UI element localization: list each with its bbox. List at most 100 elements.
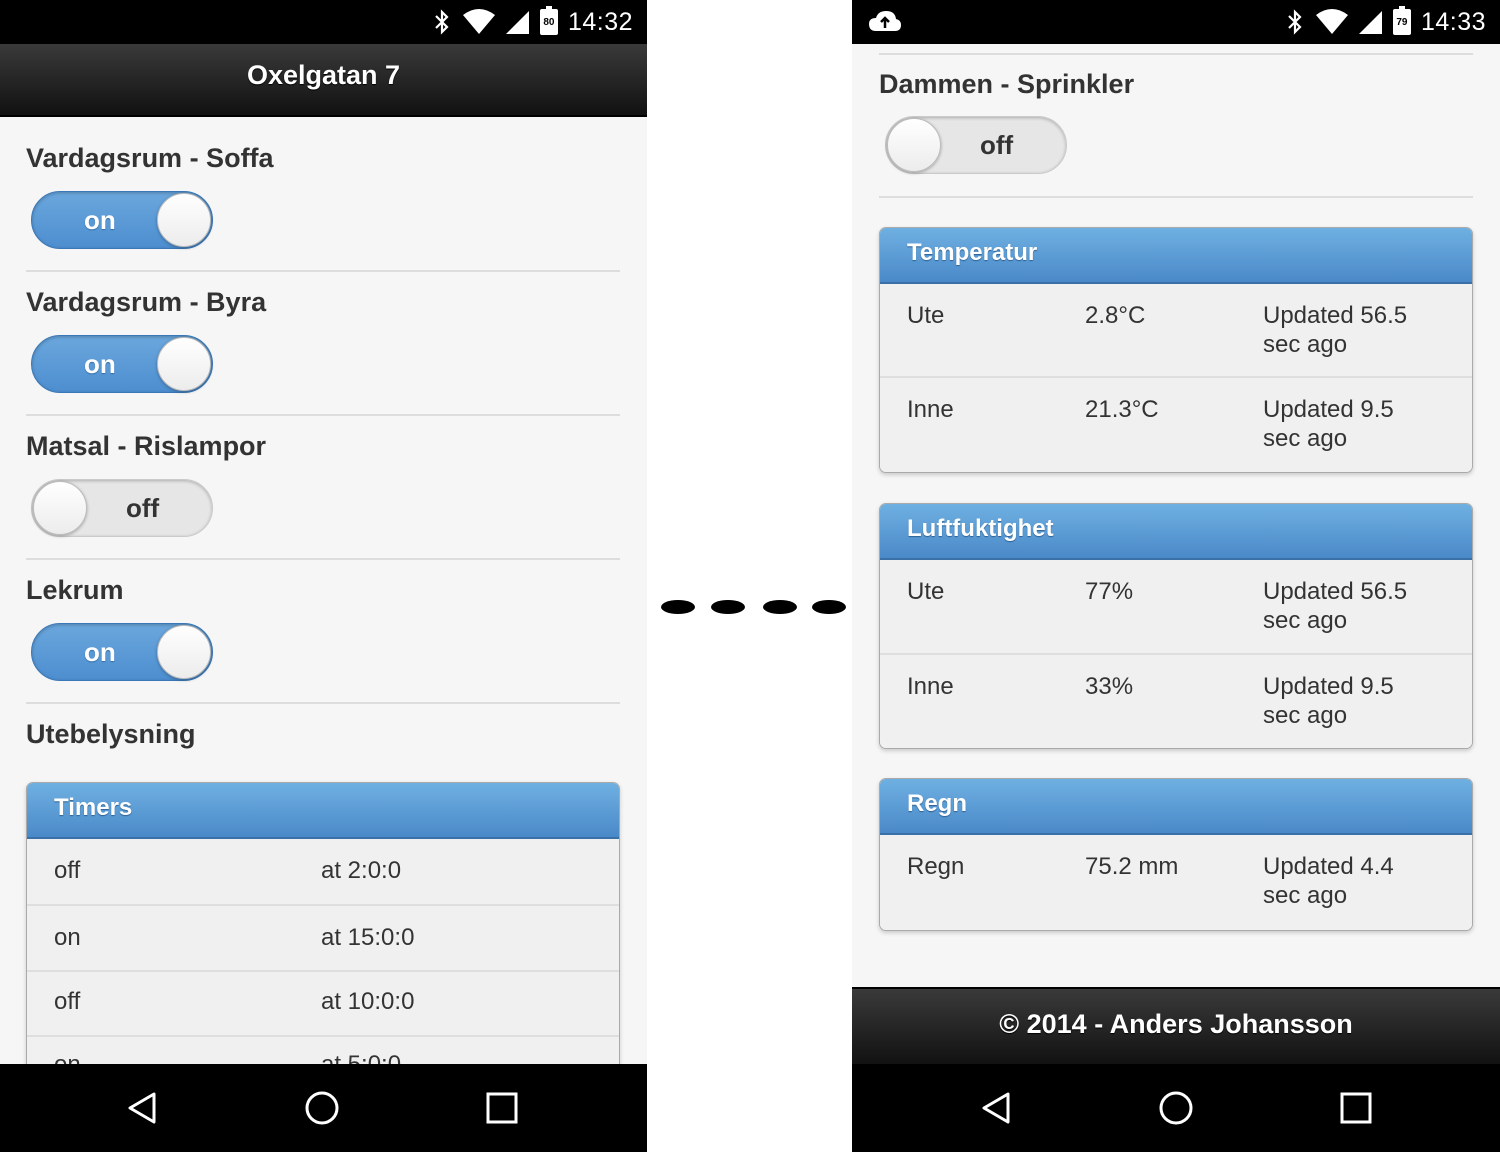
- sensor-updated-ago: sec ago: [1263, 331, 1348, 358]
- toggle-knob[interactable]: [157, 337, 211, 391]
- toggle-state-label: off: [980, 130, 1014, 160]
- sensor-value: 2.8°C: [1085, 302, 1146, 329]
- table-row[interactable]: Regn 75.2 mm Updated 4.4 sec ago: [880, 835, 1472, 930]
- toggle-knob[interactable]: [157, 193, 211, 247]
- sensor-updated-ago: sec ago: [1263, 882, 1348, 909]
- navigation-bar: [852, 1064, 1500, 1152]
- divider: [26, 270, 620, 272]
- table-row[interactable]: Ute 2.8°C Updated 56.5 sec ago: [880, 284, 1472, 378]
- toggle-state-label: on: [84, 637, 116, 667]
- continuation-dot: [812, 600, 846, 614]
- divider: [26, 702, 620, 704]
- continuation-dot: [763, 600, 797, 614]
- timer-time: at 2:0:0: [321, 857, 402, 884]
- sensor-location: Regn: [907, 853, 965, 880]
- sensor-updated: Updated 56.5: [1263, 302, 1408, 329]
- table-row[interactable]: off at 2:0:0: [27, 839, 619, 906]
- toggle-state-label: off: [126, 493, 160, 523]
- right-screen: 79 14:33 Dammen - Sprinkler off Temperat…: [852, 0, 1500, 1152]
- home-icon[interactable]: [304, 1090, 340, 1126]
- signal-icon: [1358, 11, 1382, 34]
- battery-level: 79: [1396, 17, 1408, 28]
- sensor-location: Ute: [907, 302, 945, 329]
- sensor-updated-ago: sec ago: [1263, 607, 1348, 634]
- table-header: Temperatur: [880, 228, 1472, 284]
- toggle-knob[interactable]: [33, 481, 87, 535]
- sensor-location: Inne: [907, 673, 954, 700]
- status-time: 14:32: [567, 7, 633, 36]
- toggle-switch-vardagsrum-byra[interactable]: on: [31, 335, 213, 393]
- divider: [879, 53, 1473, 55]
- sensor-list[interactable]: Dammen - Sprinkler off Temperatur Ute 2.…: [852, 44, 1500, 1064]
- table-header: Regn: [880, 779, 1472, 835]
- page-footer: © 2014 - Anders Johansson: [852, 987, 1500, 1065]
- home-icon[interactable]: [1158, 1090, 1194, 1126]
- timer-time: at 15:0:0: [321, 924, 415, 951]
- sensor-value: 75.2 mm: [1085, 853, 1179, 880]
- device-label: Lekrum: [26, 575, 124, 605]
- sensor-value: 21.3°C: [1085, 396, 1159, 423]
- status-bar: 79 14:33: [852, 0, 1500, 44]
- divider: [26, 414, 620, 416]
- rain-table: Regn Regn 75.2 mm Updated 4.4 sec ago: [879, 778, 1473, 931]
- battery-icon: 80: [539, 6, 558, 35]
- toggle-state-label: on: [84, 205, 116, 235]
- recents-icon[interactable]: [484, 1090, 520, 1126]
- sensor-location: Inne: [907, 396, 954, 423]
- timer-action: off: [54, 988, 81, 1015]
- table-row[interactable]: Inne 21.3°C Updated 9.5 sec ago: [880, 378, 1472, 472]
- signal-icon: [505, 11, 529, 34]
- bluetooth-icon: [435, 9, 449, 35]
- sensor-updated: Updated 9.5: [1263, 673, 1394, 700]
- back-icon[interactable]: [124, 1090, 160, 1126]
- left-screen: 80 14:32 Oxelgatan 7 Vardagsrum - Soffa …: [0, 0, 647, 1152]
- temperature-table: Temperatur Ute 2.8°C Updated 56.5 sec ag…: [879, 227, 1473, 473]
- toggle-switch-matsal-rislampor[interactable]: off: [31, 479, 213, 537]
- page-title: Oxelgatan 7: [246, 60, 401, 90]
- humidity-table: Luftfuktighet Ute 77% Updated 56.5 sec a…: [879, 503, 1473, 749]
- toggle-switch-lekrum[interactable]: on: [31, 623, 213, 681]
- continuation-dot: [661, 600, 695, 614]
- table-row[interactable]: on at 15:0:0: [27, 906, 619, 972]
- device-list[interactable]: Vardagsrum - Soffa on Vardagsrum - Byra …: [0, 117, 647, 1064]
- device-label: Dammen - Sprinkler: [879, 69, 1135, 99]
- table-header: Timers: [27, 783, 619, 839]
- sensor-updated: Updated 4.4: [1263, 853, 1394, 880]
- continuation-dot: [711, 600, 745, 614]
- recents-icon[interactable]: [1338, 1090, 1374, 1126]
- toggle-switch-vardagsrum-soffa[interactable]: on: [31, 191, 213, 249]
- sensor-value: 77%: [1085, 578, 1134, 605]
- table-row[interactable]: on at 5:0:0: [27, 1037, 619, 1064]
- app-header: Oxelgatan 7: [0, 44, 647, 117]
- timer-time: at 5:0:0: [321, 1051, 401, 1064]
- wifi-icon: [462, 9, 495, 34]
- device-label: Vardagsrum - Soffa: [26, 143, 274, 173]
- navigation-bar: [0, 1064, 647, 1152]
- timer-time: at 10:0:0: [321, 988, 415, 1015]
- device-label: Utebelysning: [26, 719, 196, 749]
- back-icon[interactable]: [978, 1090, 1014, 1126]
- toggle-state-label: on: [84, 349, 116, 379]
- timers-table: Timers off at 2:0:0 on at 15:0:0 off at …: [26, 782, 620, 1064]
- sensor-updated-ago: sec ago: [1263, 425, 1348, 452]
- timer-action: on: [54, 1051, 81, 1064]
- toggle-knob[interactable]: [157, 625, 211, 679]
- cloud-upload-icon: [869, 11, 901, 31]
- sensor-updated: Updated 56.5: [1263, 578, 1408, 605]
- table-row[interactable]: Ute 77% Updated 56.5 sec ago: [880, 560, 1472, 655]
- table-row[interactable]: off at 10:0:0: [27, 972, 619, 1037]
- wifi-icon: [1315, 9, 1348, 34]
- battery-level: 80: [543, 17, 555, 28]
- divider: [879, 196, 1473, 198]
- footer-copyright: © 2014 - Anders Johansson: [999, 1009, 1353, 1039]
- toggle-knob[interactable]: [887, 118, 941, 172]
- timer-action: on: [54, 924, 81, 951]
- table-row[interactable]: Inne 33% Updated 9.5 sec ago: [880, 655, 1472, 748]
- divider: [26, 558, 620, 560]
- sensor-value: 33%: [1085, 673, 1134, 700]
- sensor-location: Ute: [907, 578, 945, 605]
- bluetooth-icon: [1288, 9, 1302, 35]
- device-label: Matsal - Rislampor: [26, 431, 267, 461]
- table-header: Luftfuktighet: [880, 504, 1472, 560]
- toggle-switch-dammen-sprinkler[interactable]: off: [885, 116, 1067, 174]
